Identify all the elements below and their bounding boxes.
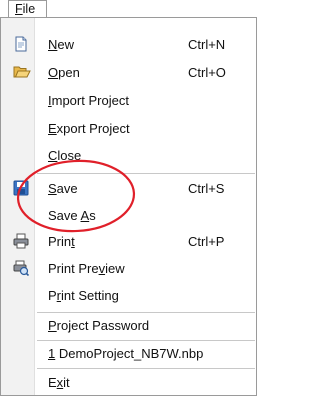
menu-item-import-project[interactable]: Import Project: [1, 88, 256, 114]
menu-item-exit[interactable]: Exit: [1, 370, 256, 396]
menu-item-recent-file-label: 1 DemoProject_NB7W.nbp: [48, 346, 204, 361]
menu-item-print-setting-label: Print Setting: [48, 288, 119, 303]
save-disk-icon: [13, 180, 29, 196]
menu-item-exit-label: Exit: [48, 375, 70, 390]
menu-item-print-preview[interactable]: Print Preview: [1, 256, 256, 282]
menu-item-print-shortcut: Ctrl+P: [188, 234, 225, 249]
file-menu-label: File: [15, 2, 36, 16]
menu-item-print[interactable]: Print Ctrl+P: [1, 229, 256, 255]
menu-item-project-password-label: Project Password: [48, 318, 150, 333]
menu-item-close-label: Close: [48, 148, 82, 163]
menu-item-recent-file[interactable]: 1 DemoProject_NB7W.nbp: [1, 341, 256, 367]
menu-item-print-label: Print: [48, 234, 75, 249]
file-dropdown-menu: New Ctrl+N Open Ctrl+O Import Project Ex…: [0, 17, 257, 396]
menu-item-export-project[interactable]: Export Project: [1, 116, 256, 142]
menu-item-save[interactable]: Save Ctrl+S: [1, 176, 256, 202]
menu-item-save-as-label: Save As: [48, 208, 96, 223]
menu-item-save-as[interactable]: Save As: [1, 203, 256, 229]
new-document-icon: [13, 36, 29, 52]
menu-separator: [37, 173, 255, 174]
open-folder-icon: [13, 64, 31, 80]
file-menu-tab[interactable]: File: [8, 0, 47, 18]
menu-item-export-project-label: Export Project: [48, 121, 130, 136]
menu-item-save-label: Save: [48, 181, 78, 196]
printer-icon: [13, 233, 29, 249]
menu-item-save-shortcut: Ctrl+S: [188, 181, 225, 196]
menu-item-close[interactable]: Close: [1, 143, 256, 169]
menu-item-new-shortcut: Ctrl+N: [188, 37, 226, 52]
menu-item-open-shortcut: Ctrl+O: [188, 65, 226, 80]
menu-item-import-project-label: Import Project: [48, 93, 129, 108]
menu-item-new-label: New: [48, 37, 75, 52]
menu-separator: [37, 368, 255, 369]
menu-item-project-password[interactable]: Project Password: [1, 313, 256, 339]
print-preview-icon: [13, 260, 30, 277]
menu-item-open-label: Open: [48, 65, 80, 80]
menu-item-new[interactable]: New Ctrl+N: [1, 32, 256, 58]
menu-item-open[interactable]: Open Ctrl+O: [1, 60, 256, 86]
menu-item-print-preview-label: Print Preview: [48, 261, 125, 276]
menu-bar: File: [0, 0, 266, 18]
menu-item-print-setting[interactable]: Print Setting: [1, 283, 256, 309]
